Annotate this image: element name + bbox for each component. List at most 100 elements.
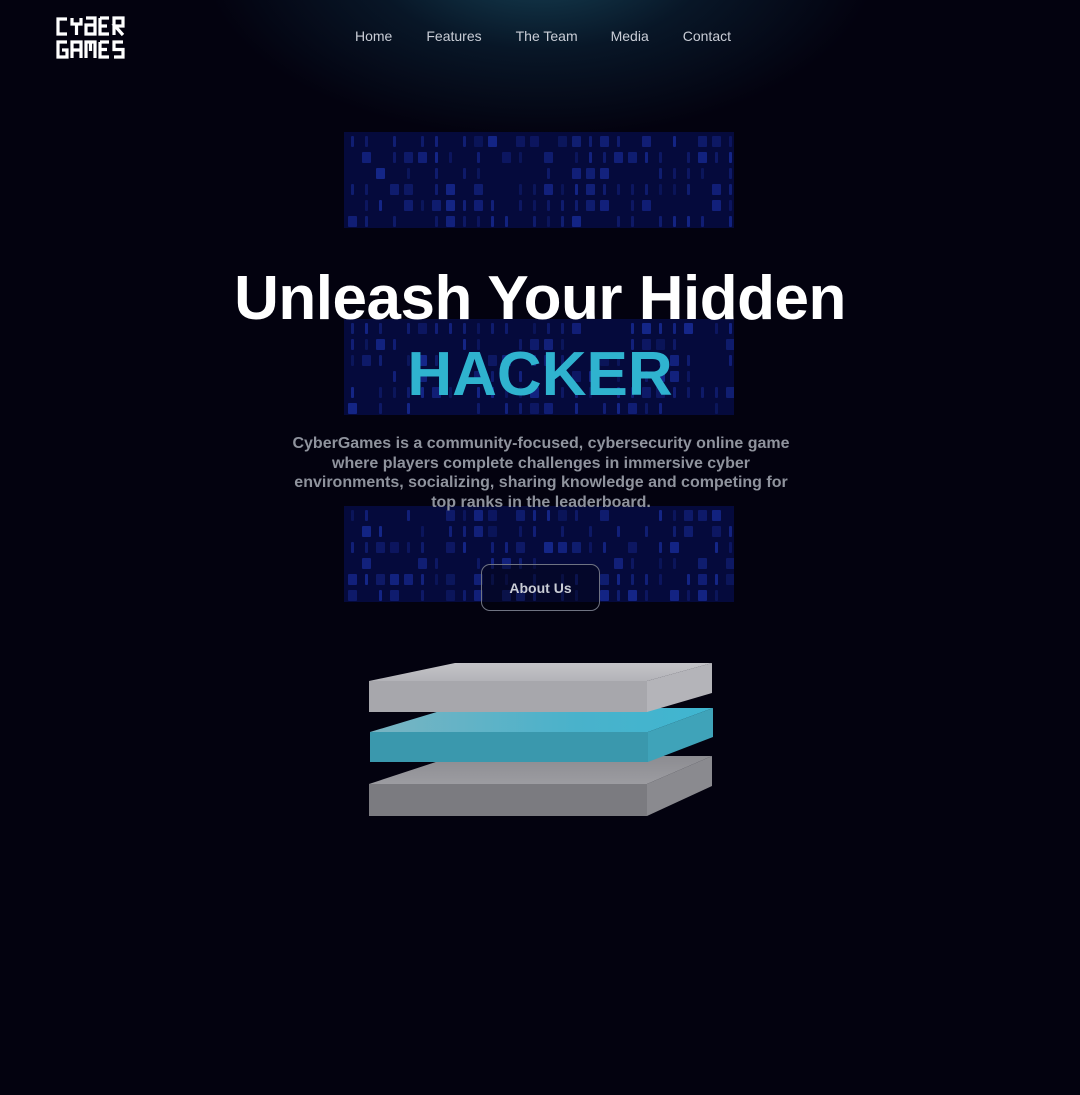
- matrix-glyph: [435, 152, 438, 163]
- matrix-glyph: [463, 590, 466, 601]
- matrix-glyph: [533, 184, 536, 195]
- matrix-glyph: [600, 168, 609, 179]
- nav-item-the-team[interactable]: The Team: [516, 27, 578, 45]
- matrix-glyph: [684, 526, 693, 537]
- matrix-glyph: [435, 558, 438, 569]
- matrix-glyph: [379, 526, 382, 537]
- matrix-glyph: [698, 136, 707, 147]
- matrix-glyph: [348, 216, 357, 227]
- matrix-glyph: [491, 200, 494, 211]
- matrix-glyph: [390, 574, 399, 585]
- matrix-glyph: [505, 216, 508, 227]
- matrix-glyph: [449, 152, 452, 163]
- matrix-glyph: [365, 542, 368, 553]
- matrix-glyph: [729, 152, 732, 163]
- matrix-glyph: [715, 590, 718, 601]
- matrix-glyph: [351, 136, 354, 147]
- hero-accent-word: HACKER: [407, 340, 673, 409]
- matrix-glyph: [348, 590, 357, 601]
- matrix-glyph: [572, 136, 581, 147]
- matrix-glyph: [365, 136, 368, 147]
- matrix-glyph: [421, 590, 424, 601]
- matrix-glyph: [561, 200, 564, 211]
- matrix-glyph: [589, 152, 592, 163]
- matrix-glyph: [435, 136, 438, 147]
- matrix-glyph: [712, 136, 721, 147]
- matrix-glyph: [404, 152, 413, 163]
- matrix-glyph: [659, 574, 662, 585]
- matrix-glyph: [477, 558, 480, 569]
- matrix-glyph: [631, 184, 634, 195]
- matrix-glyph: [572, 216, 581, 227]
- matrix-glyph: [446, 574, 455, 585]
- matrix-glyph: [547, 168, 550, 179]
- matrix-glyph: [362, 152, 371, 163]
- nav-item-media[interactable]: Media: [611, 27, 649, 45]
- matrix-glyph: [687, 574, 690, 585]
- matrix-glyph: [645, 152, 648, 163]
- matrix-glyph: [631, 574, 634, 585]
- matrix-glyph: [687, 590, 690, 601]
- matrix-glyph: [715, 574, 718, 585]
- matrix-glyph: [617, 136, 620, 147]
- matrix-glyph: [561, 184, 564, 195]
- matrix-glyph: [491, 216, 494, 227]
- matrix-glyph: [544, 152, 553, 163]
- matrix-glyph: [477, 168, 480, 179]
- matrix-glyph: [421, 574, 424, 585]
- matrix-glyph: [572, 542, 581, 553]
- matrix-glyph: [376, 168, 385, 179]
- matrix-glyph: [701, 216, 704, 227]
- matrix-glyph: [446, 200, 455, 211]
- matrix-glyph: [390, 542, 399, 553]
- matrix-glyph: [446, 590, 455, 601]
- matrix-glyph: [589, 542, 592, 553]
- matrix-glyph: [488, 136, 497, 147]
- about-us-button[interactable]: About Us: [481, 564, 600, 611]
- matrix-glyph: [446, 184, 455, 195]
- matrix-glyph: [379, 200, 382, 211]
- matrix-glyph: [698, 590, 707, 601]
- matrix-glyph: [558, 136, 567, 147]
- nav-item-contact[interactable]: Contact: [683, 27, 731, 45]
- matrix-glyph: [715, 542, 718, 553]
- matrix-glyph: [589, 526, 592, 537]
- cybergames-logo[interactable]: [54, 16, 136, 60]
- matrix-glyph: [729, 200, 732, 211]
- hero-title: Unleash Your Hidden: [234, 264, 846, 333]
- matrix-glyph: [631, 216, 634, 227]
- matrix-glyph: [558, 542, 567, 553]
- matrix-glyph: [645, 574, 648, 585]
- matrix-glyph: [421, 136, 424, 147]
- matrix-glyph: [729, 526, 732, 537]
- matrix-glyph: [729, 184, 732, 195]
- matrix-glyph: [628, 590, 637, 601]
- matrix-glyph: [617, 216, 620, 227]
- matrix-glyph: [474, 136, 483, 147]
- logo-mark: [56, 16, 125, 59]
- matrix-glyph: [572, 168, 581, 179]
- header-glow: [200, 0, 880, 140]
- matrix-glyph: [547, 200, 550, 211]
- matrix-glyph: [491, 542, 494, 553]
- matrix-glyph: [687, 216, 690, 227]
- matrix-glyph: [673, 526, 676, 537]
- matrix-glyph: [659, 168, 662, 179]
- matrix-glyph: [600, 200, 609, 211]
- matrix-glyph: [628, 152, 637, 163]
- matrix-glyph: [729, 136, 732, 147]
- nav-item-home[interactable]: Home: [355, 27, 392, 45]
- stacked-layers-illustration: [368, 662, 714, 818]
- matrix-glyph: [516, 136, 525, 147]
- matrix-glyph: [435, 184, 438, 195]
- main-nav: Home Features The Team Media Contact: [355, 27, 731, 45]
- nav-item-features[interactable]: Features: [426, 27, 481, 45]
- matrix-glyph: [393, 136, 396, 147]
- layer-bottom: [369, 756, 712, 816]
- layer-middle: [370, 708, 713, 762]
- matrix-glyph: [435, 216, 438, 227]
- matrix-glyph: [659, 216, 662, 227]
- matrix-glyph: [603, 184, 606, 195]
- matrix-glyph: [533, 200, 536, 211]
- matrix-glyph: [432, 200, 441, 211]
